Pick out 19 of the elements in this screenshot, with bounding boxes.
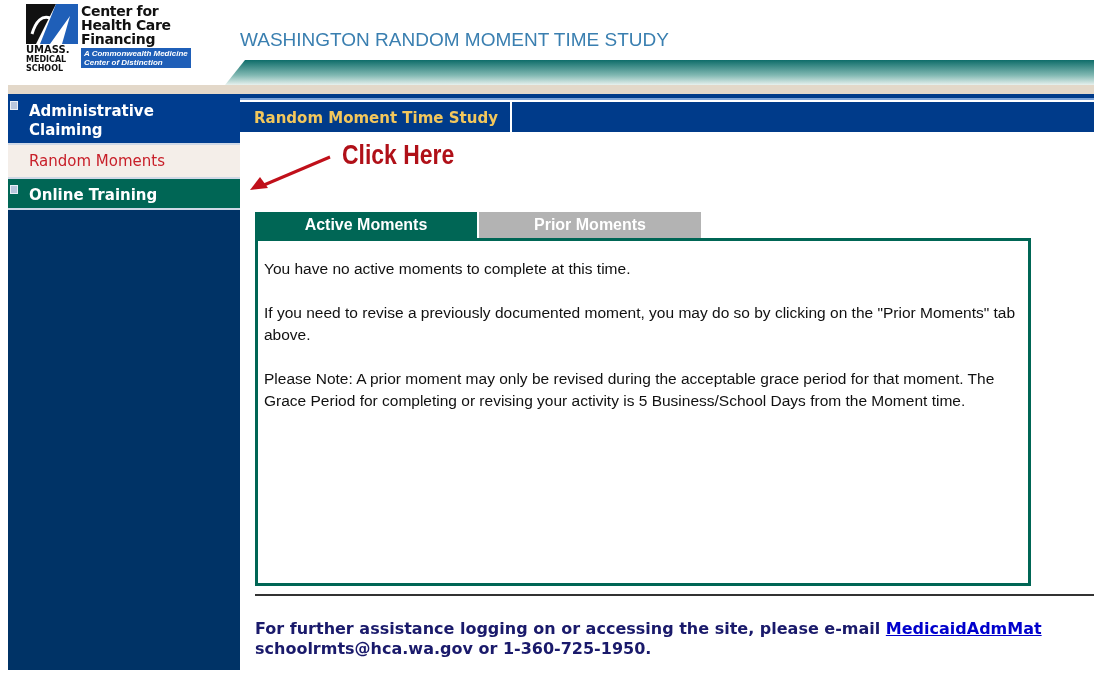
organization-name: Center for Health Care Financing — [81, 4, 172, 46]
expand-icon[interactable] — [10, 185, 18, 194]
paragraph: You have no active moments to complete at this time. — [264, 259, 632, 279]
page-heading: Random Moment Time Study — [242, 102, 512, 132]
sidebar-item[interactable]: Online Training — [8, 179, 240, 210]
school-name: UMASS. MEDICAL SCHOOL — [26, 44, 71, 73]
paragraph: If you need to revise a previously documented moment, you may do so by clicking on the "Prior Moments" tab above. — [264, 303, 1017, 345]
annotation-label: Click Here — [342, 139, 455, 172]
email-link[interactable]: MedicaidAdmMat — [885, 619, 1042, 638]
tab[interactable]: Active Moments — [255, 212, 477, 238]
paragraph: Please Note: A prior moment may only be revised during the acceptable grace period for that moment. The Grace Period for completing or revising your activity is 5 Business/School Days from the Moment time. — [264, 369, 996, 411]
assistance-text: For further assistance logging on or accessing the site, please e-mail MedicaidAdmMat schoolrmts@hca.wa.gov or 1-360-725-1950. — [255, 619, 1043, 659]
sidebar-item[interactable]: Random Moments — [8, 145, 240, 179]
expand-icon[interactable] — [10, 101, 18, 110]
sidebar-item[interactable]: Administrative Claiming — [8, 95, 240, 145]
logo-mark-icon — [26, 4, 78, 44]
site-title: WASHINGTON RANDOM MOMENT TIME STUDY — [240, 28, 669, 52]
arrow-icon — [248, 155, 332, 191]
logo-tagline: A Commonwealth Medicine Center of Distinction — [81, 48, 191, 68]
